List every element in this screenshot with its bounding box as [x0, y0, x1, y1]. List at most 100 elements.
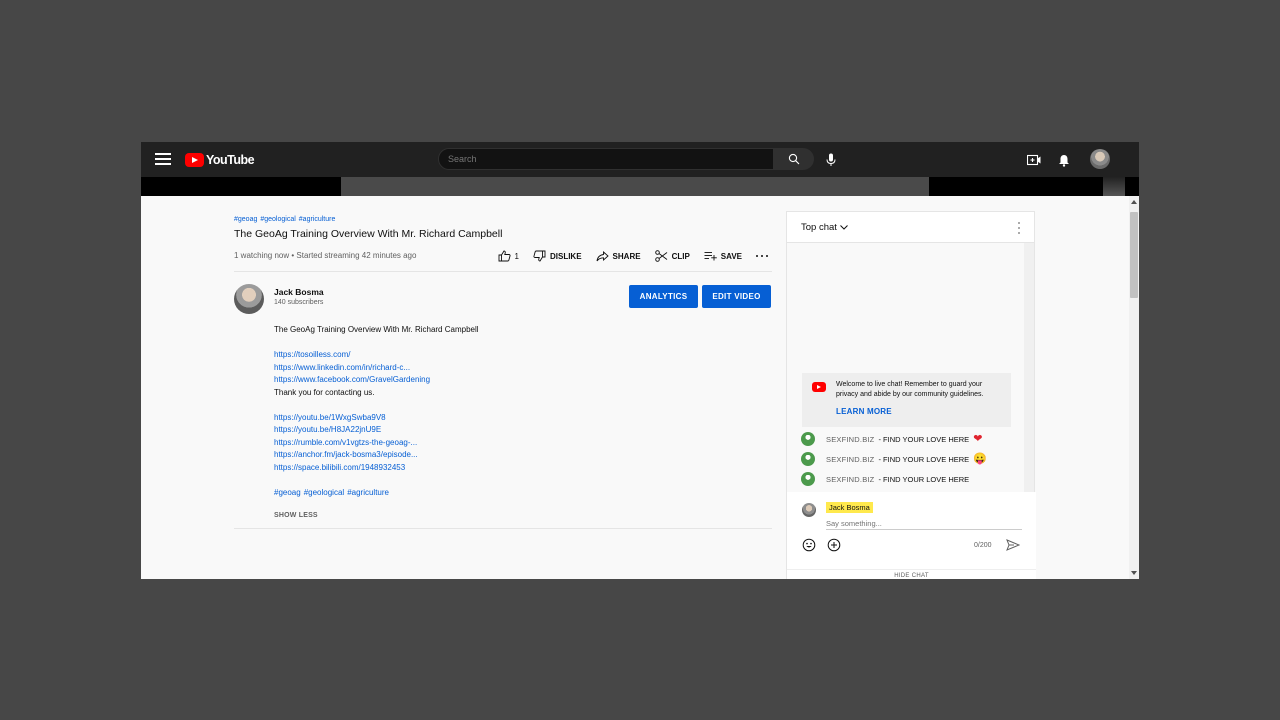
welcome-text: Welcome to live chat! Remember to guard … [836, 381, 984, 398]
share-button[interactable]: SHARE [596, 250, 641, 262]
chat-text: - FIND YOUR LOVE HERE [878, 434, 970, 444]
subscriber-count: 140 subscribers [274, 299, 324, 306]
search-button[interactable] [774, 148, 814, 170]
hashtag-link[interactable]: #geoag [274, 488, 301, 497]
chat-scrollbar[interactable] [1024, 243, 1034, 492]
chat-messages: Welcome to live chat! Remember to guard … [787, 243, 1025, 492]
chat-mode-dropdown[interactable]: Top chat [801, 222, 848, 233]
tongue-emoji: 😛 [973, 452, 987, 465]
description-link[interactable]: https://rumble.com/v1vgtzs-the-geoag-... [274, 437, 772, 450]
chat-user-name: Jack Bosma [826, 502, 873, 513]
hashtag-link[interactable]: #geological [304, 488, 344, 497]
send-icon[interactable] [1006, 538, 1020, 552]
hashtag-link[interactable]: #agriculture [347, 488, 389, 497]
action-bar: 1 DISLIKE SHARE CLIP SAVE [484, 247, 768, 265]
description-link[interactable]: https://www.linkedin.com/in/richard-c... [274, 362, 772, 375]
notifications-button[interactable] [1055, 151, 1073, 169]
save-icon [704, 252, 717, 261]
avatar [802, 503, 816, 517]
description-link[interactable]: https://space.bilibili.com/1948932453 [274, 462, 772, 475]
share-icon [596, 250, 609, 261]
more-icon[interactable] [756, 255, 768, 257]
hashtag-link[interactable]: #geological [260, 216, 295, 223]
chat-input-area: Jack Bosma 0/200 HIDE CHAT [787, 492, 1036, 579]
emoji-icon[interactable] [802, 538, 816, 552]
video-info: #geoag #geological #agriculture The GeoAg … [234, 216, 772, 529]
chat-message[interactable]: SEXFIND.BIZ - FIND YOUR LOVE HERE 😛 [801, 451, 987, 467]
create-icon [1027, 154, 1041, 166]
chat-text: - FIND YOUR LOVE HERE [878, 454, 970, 464]
clip-button[interactable]: CLIP [654, 250, 690, 262]
youtube-logo[interactable]: YouTube [185, 152, 255, 168]
view-info: 1 watching now • Started streaming 42 mi… [234, 251, 417, 260]
share-label: SHARE [612, 251, 641, 261]
webcam-overlay [1103, 177, 1125, 196]
video-title: The GeoAg Training Overview With Mr. Ric… [234, 228, 503, 240]
scroll-up-arrow[interactable] [1131, 200, 1137, 204]
scrollbar-thumb[interactable] [1130, 212, 1138, 298]
save-label: SAVE [720, 251, 742, 261]
divider [234, 528, 772, 529]
like-button[interactable]: 1 [498, 250, 519, 262]
description-link[interactable]: https://www.facebook.com/GravelGardening [274, 374, 772, 387]
live-chat: Top chat Welcome to live chat! Remember … [786, 211, 1036, 579]
mic-icon [826, 153, 836, 166]
chat-author: SEXFIND.BIZ [826, 454, 875, 464]
avatar [801, 452, 815, 466]
chat-message[interactable]: SEXFIND.BIZ - FIND YOUR LOVE HERE [801, 471, 969, 487]
welcome-banner: Welcome to live chat! Remember to guard … [802, 373, 1011, 427]
mic-button[interactable] [821, 150, 841, 170]
channel-row: Jack Bosma 140 subscribers ANALYTICS EDI… [234, 282, 772, 332]
hide-chat-button[interactable]: HIDE CHAT [787, 569, 1036, 579]
divider [234, 271, 772, 272]
chat-message[interactable]: SEXFIND.BIZ - FIND YOUR LOVE HERE ❤ [801, 431, 982, 447]
avatar [801, 432, 815, 446]
description-link[interactable]: https://anchor.fm/jack-bosma3/episode... [274, 449, 772, 462]
clip-icon [654, 250, 667, 262]
scroll-down-arrow[interactable] [1131, 571, 1137, 575]
like-icon [498, 250, 511, 262]
super-title-hashtags: #geoag #geological #agriculture [234, 216, 772, 225]
learn-more-link[interactable]: LEARN MORE [836, 407, 892, 416]
search-box [438, 148, 814, 170]
hashtag-link[interactable]: #geoag [234, 216, 257, 223]
menu-icon[interactable] [155, 153, 171, 167]
page-scrollbar[interactable] [1129, 196, 1139, 579]
heart-emoji: ❤ [973, 432, 983, 445]
chat-message-input[interactable] [826, 518, 1022, 530]
analytics-button[interactable]: ANALYTICS [629, 285, 698, 308]
youtube-icon [812, 382, 826, 392]
chat-menu-icon[interactable] [1017, 222, 1021, 234]
chat-header: Top chat [787, 212, 1034, 243]
description-hashtags: #geoag #geological #agriculture [274, 487, 772, 500]
create-button[interactable] [1025, 151, 1043, 169]
video-player[interactable] [141, 177, 1139, 196]
avatar [801, 472, 815, 486]
description-link[interactable]: https://youtu.be/1WxgSwba9V8 [274, 412, 772, 425]
bell-icon [1059, 154, 1069, 167]
account-avatar[interactable] [1090, 149, 1110, 169]
save-button[interactable]: SAVE [704, 251, 742, 261]
like-count: 1 [514, 251, 519, 261]
show-less-button[interactable]: SHOW LESS [274, 512, 772, 522]
channel-avatar[interactable] [234, 284, 264, 314]
video-meta-row: 1 watching now • Started streaming 42 mi… [234, 247, 772, 271]
search-icon [788, 153, 800, 165]
edit-video-button[interactable]: EDIT VIDEO [702, 285, 771, 308]
hashtag-link[interactable]: #agriculture [299, 216, 336, 223]
search-input[interactable] [438, 148, 774, 170]
dislike-button[interactable]: DISLIKE [533, 250, 582, 262]
dislike-icon [533, 250, 546, 262]
dislike-label: DISLIKE [549, 251, 582, 261]
chat-mode-label: Top chat [801, 222, 837, 233]
youtube-logo-icon [185, 153, 204, 167]
browser-window: YouTube #geoag#geological#agriculture Th… [141, 142, 1139, 579]
description-link[interactable]: https://youtu.be/H8JA22jnU9E [274, 424, 772, 437]
player-frame [341, 177, 929, 196]
chat-text: - FIND YOUR LOVE HERE [878, 474, 970, 484]
description-link[interactable]: https://tosoilless.com/ [274, 349, 772, 362]
chat-author: SEXFIND.BIZ [826, 474, 875, 484]
masthead: YouTube [141, 142, 1139, 177]
add-icon[interactable] [827, 538, 841, 552]
channel-name[interactable]: Jack Bosma [274, 287, 324, 297]
